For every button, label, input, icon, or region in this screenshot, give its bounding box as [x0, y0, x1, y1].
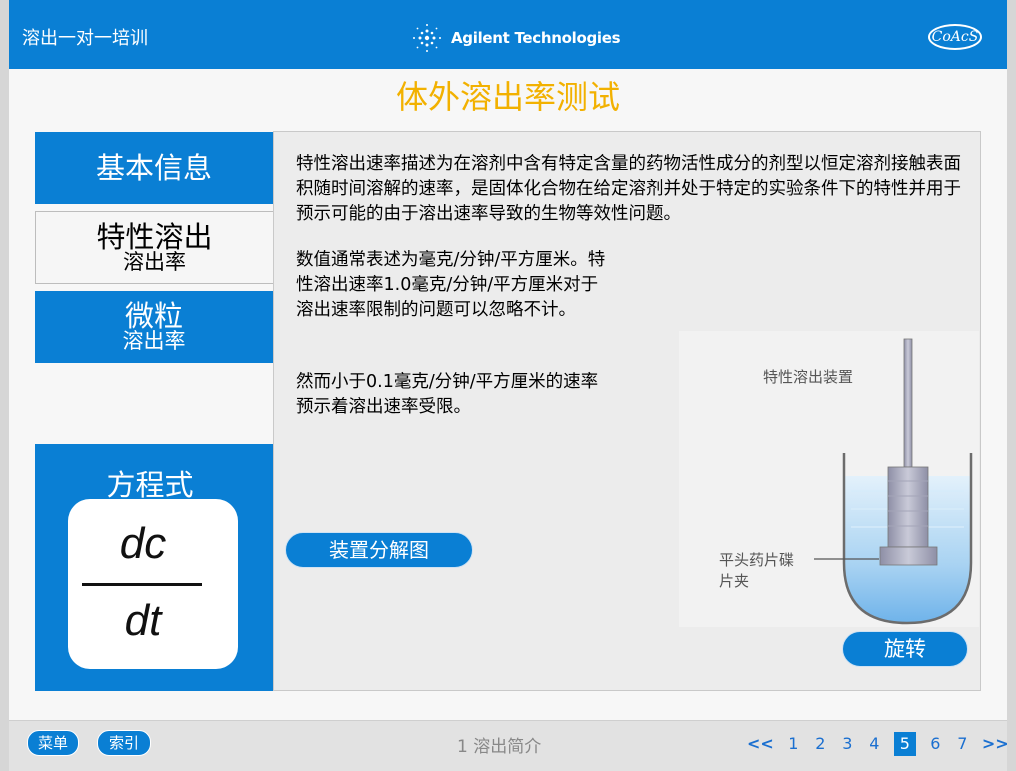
next-page-button[interactable]: >> — [982, 732, 1009, 756]
description-paragraph-3: 然而小于0.1毫克/分钟/平方厘米的速率预示着溶出速率受限。 — [296, 372, 599, 417]
page-1-link[interactable]: 1 — [786, 732, 801, 756]
holder-label-line2: 片夹 — [719, 572, 749, 590]
holder-body — [887, 466, 929, 548]
intrinsic-dissolution-apparatus-diagram: 特性溶出装置 平头药片碟 片夹 — [679, 331, 979, 627]
section-label: 1 溶出简介 — [457, 737, 542, 757]
coacs-logo: CoAcS — [928, 24, 982, 50]
course-title: 溶出一对一培训 — [22, 28, 148, 49]
tab-particle-label-sub: 溶出率 — [122, 329, 186, 353]
page-4-link[interactable]: 4 — [867, 732, 882, 756]
agilent-spark-icon — [413, 24, 441, 52]
tab-intrinsic-label-sub: 溶出率 — [123, 250, 186, 274]
brand-name: Agilent Technologies — [451, 29, 621, 47]
page-7-link[interactable]: 7 — [955, 732, 970, 756]
page-2-link[interactable]: 2 — [813, 732, 828, 756]
tab-basic-info[interactable]: 基本信息 — [35, 132, 273, 204]
formula-denominator: dt — [124, 596, 162, 645]
holder-label-line1: 平头药片碟 — [719, 551, 794, 569]
shaft — [903, 338, 913, 468]
app-frame: 溶出一对一培训 Agilent Technologies CoAcS 体外溶出率… — [9, 0, 1009, 771]
tab-basic-info-label: 基本信息 — [95, 151, 212, 185]
tab-particle-dissolution[interactable]: 微粒 溶出率 — [35, 291, 273, 363]
top-bar: 溶出一对一培训 Agilent Technologies CoAcS — [9, 0, 1007, 69]
fraction-bar — [82, 583, 202, 586]
index-button[interactable]: 索引 — [97, 730, 151, 756]
footer-bar: 菜单 索引 1 溶出简介 << 1 2 3 4 5 6 7 >> — [9, 720, 1009, 771]
page-3-link[interactable]: 3 — [840, 732, 855, 756]
page-6-link[interactable]: 6 — [928, 732, 943, 756]
menu-button[interactable]: 菜单 — [27, 730, 79, 756]
tab-intrinsic-label-main: 特性溶出 — [96, 220, 213, 254]
rotate-button[interactable]: 旋转 — [842, 631, 968, 667]
page-5-link-current[interactable]: 5 — [893, 732, 916, 756]
formula-panel: 方程式 dc dt — [35, 444, 273, 691]
tab-intrinsic-dissolution[interactable]: 特性溶出 溶出率 — [35, 211, 273, 284]
formula-numerator: dc — [119, 519, 167, 568]
pagination: << 1 2 3 4 5 6 7 >> — [741, 731, 1015, 757]
description-paragraph-1: 特性溶出速率描述为在溶剂中含有特定含量的药物活性成分的剂型以恒定溶剂接触表面积随… — [296, 154, 961, 224]
page-title: 体外溶出率测试 — [395, 78, 620, 116]
agilent-logo: Agilent Technologies — [411, 20, 621, 56]
formula-card: dc dt — [68, 499, 238, 669]
exploded-view-button[interactable]: 装置分解图 — [285, 532, 473, 568]
tablet-die — [879, 546, 938, 566]
apparatus-title: 特性溶出装置 — [763, 368, 853, 386]
formula-title: 方程式 — [106, 468, 194, 502]
description-paragraph-2: 数值通常表述为毫克/分钟/平方厘米。特性溶出速率1.0毫克/分钟/平方厘米对于溶… — [296, 250, 606, 320]
tab-particle-label-main: 微粒 — [124, 299, 183, 333]
prev-page-button[interactable]: << — [747, 732, 774, 756]
